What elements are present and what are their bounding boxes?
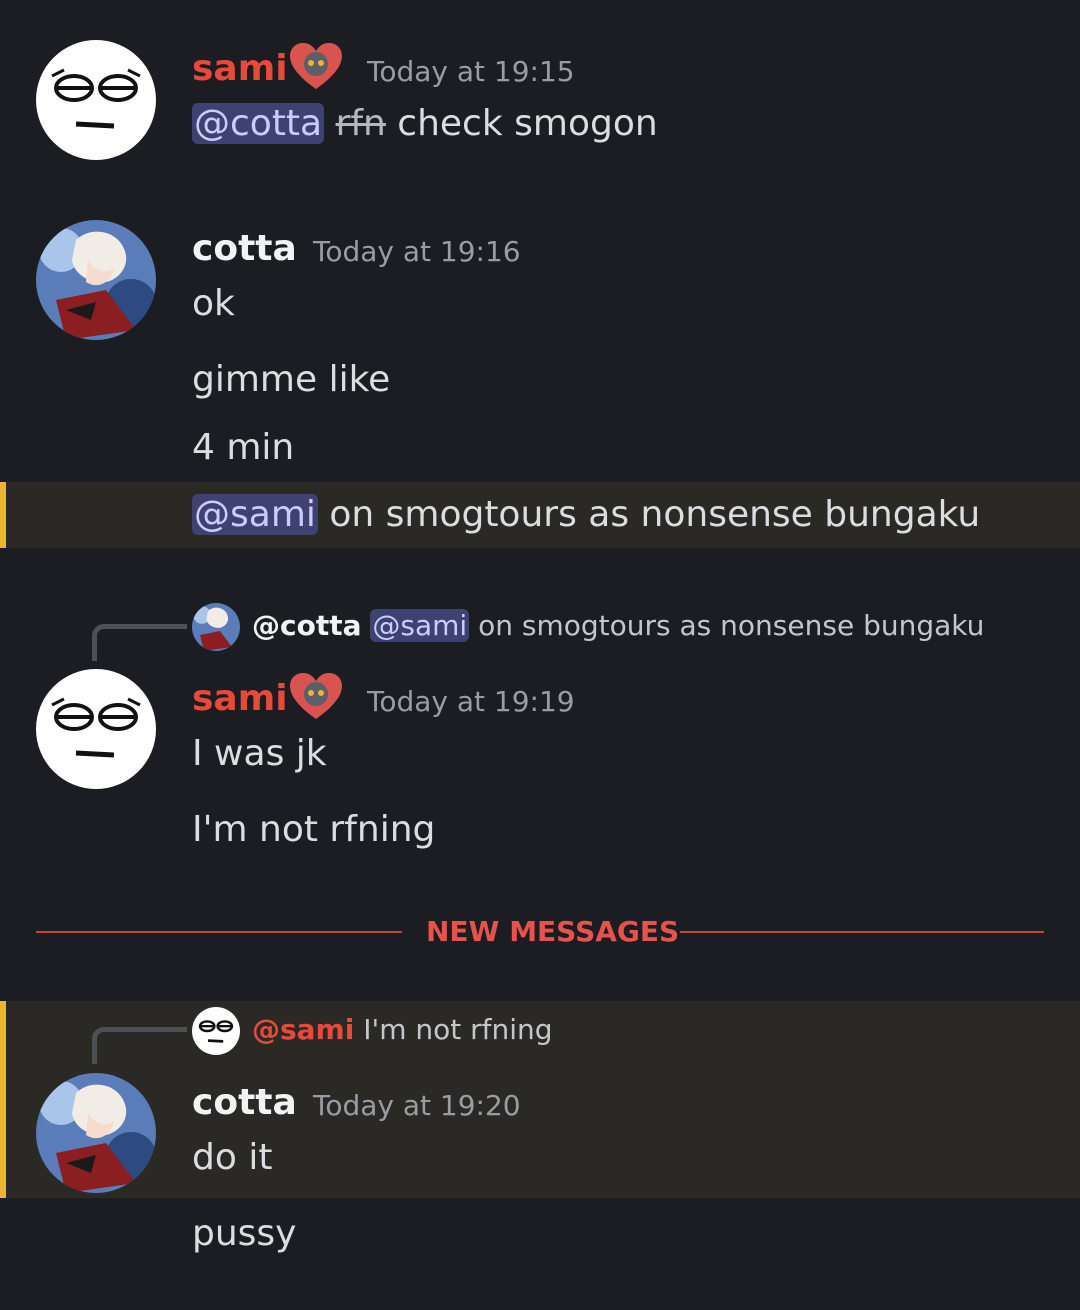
- author-name[interactable]: sami: [192, 677, 288, 721]
- message-content: 4 min: [192, 427, 295, 468]
- new-messages-divider-line: [680, 931, 1044, 933]
- message-content: I was jk: [192, 733, 327, 774]
- strikethrough-text: rfn: [335, 103, 386, 144]
- message-content: @sami on smogtours as nonsense bungaku: [192, 489, 980, 541]
- reply-connector: [92, 624, 187, 661]
- message-content: @cotta rfn check smogon: [192, 98, 658, 150]
- cotta-reply-avatar[interactable]: [192, 603, 240, 651]
- sami-reply-avatar[interactable]: [192, 1007, 240, 1055]
- message-timestamp: Today at 19:16: [313, 235, 521, 268]
- message-content: pussy: [192, 1213, 297, 1254]
- message-content: do it: [192, 1137, 273, 1178]
- user-mention[interactable]: @sami: [192, 494, 318, 535]
- highlight-bar: [0, 1001, 6, 1198]
- message-text: on smogtours as nonsense bungaku: [317, 494, 981, 535]
- reply-preview[interactable]: @cotta @sami on smogtours as nonsense bu…: [252, 606, 984, 646]
- reply-connector: [92, 1027, 187, 1064]
- reply-author[interactable]: @sami: [252, 1013, 354, 1046]
- reply-author[interactable]: @cotta: [252, 609, 362, 642]
- message-text: check smogon: [385, 103, 658, 144]
- sami-avatar[interactable]: [36, 40, 156, 160]
- message-content: ok: [192, 283, 235, 324]
- sami-avatar[interactable]: [36, 669, 156, 789]
- message-timestamp: Today at 19:15: [367, 55, 575, 88]
- heart-creature-badge-icon: [288, 42, 344, 92]
- reply-preview[interactable]: @sami I'm not rfning: [252, 1010, 553, 1050]
- message-content: gimme like: [192, 359, 391, 400]
- message-content: I'm not rfning: [192, 809, 436, 850]
- author-name[interactable]: cotta: [192, 1081, 297, 1125]
- cotta-avatar[interactable]: [36, 220, 156, 340]
- new-messages-divider-line: [36, 931, 402, 933]
- message-timestamp: Today at 19:19: [367, 685, 575, 718]
- reply-text: on smogtours as nonsense bungaku: [469, 609, 985, 642]
- author-name[interactable]: cotta: [192, 227, 297, 271]
- reply-text: I'm not rfning: [354, 1013, 553, 1046]
- new-messages-label: NEW MESSAGES: [426, 915, 680, 948]
- heart-creature-badge-icon: [288, 672, 344, 722]
- user-mention[interactable]: @cotta: [192, 103, 325, 144]
- message-timestamp: Today at 19:20: [313, 1089, 521, 1122]
- cotta-avatar[interactable]: [36, 1073, 156, 1193]
- user-mention[interactable]: @sami: [370, 609, 470, 642]
- highlight-bar: [0, 482, 6, 548]
- author-name[interactable]: sami: [192, 47, 288, 91]
